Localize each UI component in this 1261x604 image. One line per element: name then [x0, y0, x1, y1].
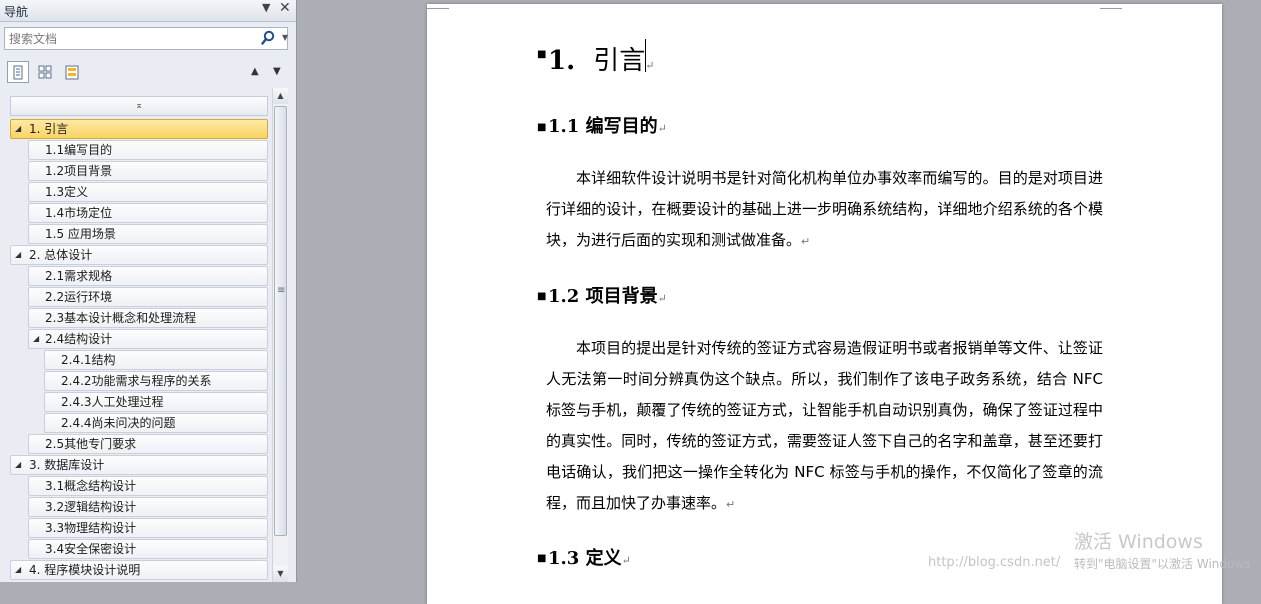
tab-browse-headings[interactable]	[7, 61, 29, 83]
nav-tree-item[interactable]: 1.3定义	[28, 182, 268, 202]
next-heading-icon[interactable]: ▼	[273, 66, 281, 77]
nav-tree-item[interactable]: 2.4.2功能需求与程序的关系	[44, 371, 268, 391]
nav-tree-item-label: 1.1编写目的	[45, 143, 113, 157]
nav-tree-item-label: 2.1需求规格	[45, 269, 113, 283]
nav-tree-item[interactable]: ◢ 2. 总体设计	[10, 245, 268, 265]
blog-watermark: http://blog.csdn.net/	[928, 555, 1061, 570]
tab-browse-results[interactable]	[60, 61, 82, 83]
nav-tree-item[interactable]: 3.4安全保密设计	[28, 539, 268, 559]
nav-tree-item[interactable]: 2.2运行环境	[28, 287, 268, 307]
nav-tree-item-label: 1. 引言	[29, 122, 69, 136]
nav-tree-item[interactable]: 1.2项目背景	[28, 161, 268, 181]
nav-tree-item[interactable]: 2.4.4尚未问决的问题	[44, 413, 268, 433]
expand-arrow-icon[interactable]: ◢	[15, 246, 21, 264]
nav-tree-item[interactable]: 2.3基本设计概念和处理流程	[28, 308, 268, 328]
nav-tree-item-label: 2.4结构设计	[45, 332, 113, 346]
nav-tree-item-label: 3. 数据库设计	[29, 458, 105, 472]
nav-tree-item-label: 2.4.1结构	[61, 353, 116, 367]
heading-1-3[interactable]: 1.3 定义↵	[548, 544, 631, 570]
nav-tree-item-label: 2.4.4尚未问决的问题	[61, 416, 176, 430]
nav-tree-item-label: 1.4市场定位	[45, 206, 113, 220]
nav-tree-item-label: 3.3物理结构设计	[45, 521, 137, 535]
nav-tree-item[interactable]: 3.2逻辑结构设计	[28, 497, 268, 517]
nav-tree-item[interactable]: 3.3物理结构设计	[28, 518, 268, 538]
nav-tree-item[interactable]: 1.1编写目的	[28, 140, 268, 160]
thumbnails-icon	[38, 65, 52, 79]
search-box[interactable]: ▼	[4, 27, 288, 50]
activate-windows-subtitle: 转到"电脑设置"以激活 Windows	[1074, 557, 1251, 571]
close-icon[interactable]: ✕	[279, 0, 291, 16]
nav-tree-item-label: 3.1概念结构设计	[45, 479, 137, 493]
nav-tree-item-label: 3.4安全保密设计	[45, 542, 137, 556]
nav-title: 导航	[4, 5, 29, 19]
search-input[interactable]	[9, 31, 249, 47]
nav-tree-item-label: 1.2项目背景	[45, 164, 113, 178]
nav-tree-item-label: 2.3基本设计概念和处理流程	[45, 311, 197, 325]
nav-options-dropdown-icon[interactable]: ▼	[262, 1, 270, 14]
previous-heading-icon[interactable]: ▲	[251, 66, 259, 77]
nav-tree-item[interactable]: ◢ 1. 引言	[10, 119, 268, 139]
nav-tree-item[interactable]: ◢ 4. 程序模块设计说明	[10, 560, 268, 580]
expand-arrow-icon[interactable]: ◢	[15, 120, 21, 138]
results-icon	[65, 65, 79, 80]
list-bullet: ■	[537, 553, 547, 564]
nav-tree-item[interactable]: 2.5其他专门要求	[28, 434, 268, 454]
paragraph-purpose[interactable]: 本详细软件设计说明书是针对简化机构单位办事效率而编写的。目的是对项目进行详细的设…	[546, 163, 1103, 257]
nav-scrollbar[interactable]: ▲ ≡ ▼	[272, 88, 288, 582]
nav-tree-item[interactable]: 2.4.3人工处理过程	[44, 392, 268, 412]
navigation-pane: 导航 ▼ ✕ ▼	[0, 0, 297, 582]
nav-tree-item-label: 2. 总体设计	[29, 248, 93, 262]
heading-1[interactable]: 1. 引言↵	[548, 40, 655, 77]
expand-arrow-icon[interactable]: ◢	[15, 456, 21, 474]
nav-tree-item-label: 1.5 应用场景	[45, 227, 116, 241]
crop-mark	[427, 4, 449, 9]
expand-arrow-icon[interactable]: ◢	[33, 330, 39, 348]
headings-icon	[13, 65, 23, 80]
heading-1-2[interactable]: 1.2 项目背景↵	[548, 282, 667, 308]
nav-tree-item[interactable]: 2.4.1结构	[44, 350, 268, 370]
nav-tree-item[interactable]: 1.5 应用场景	[28, 224, 268, 244]
tab-browse-pages[interactable]	[33, 61, 55, 83]
scroll-down-icon[interactable]: ▼	[273, 566, 288, 582]
scroll-thumb[interactable]: ≡	[274, 106, 287, 536]
nav-tree-item[interactable]: 1.4市场定位	[28, 203, 268, 223]
search-options-chevron-icon[interactable]: ▼	[282, 33, 288, 42]
activate-windows-title: 激活 Windows	[1074, 531, 1203, 553]
heading-1-1[interactable]: 1.1 编写目的↵	[548, 112, 667, 138]
expand-arrow-icon[interactable]: ◢	[15, 561, 21, 579]
nav-tree-item-label: 2.4.3人工处理过程	[61, 395, 164, 409]
scroll-up-icon[interactable]: ▲	[273, 88, 288, 104]
nav-tree-item-label: 3.2逻辑结构设计	[45, 500, 137, 514]
grip-icon: ≡	[277, 285, 286, 296]
heading-tree: ⌅ ◢ 1. 引言 1.1编写目的 1.2项目背景 1.3定义 1.4市场定位 1.5 应用…	[10, 96, 270, 582]
search-icon[interactable]	[261, 30, 275, 50]
paragraph-background[interactable]: 本项目的提出是针对传统的签证方式容易造假证明书或者报销单等文件、让签证人无法第一…	[546, 333, 1103, 520]
nav-tree-item[interactable]: 2.1需求规格	[28, 266, 268, 286]
nav-header: 导航 ▼ ✕	[0, 0, 296, 22]
nav-tree-item-label: 2.2运行环境	[45, 290, 113, 304]
list-bullet: ■	[537, 49, 547, 60]
nav-tree-item-label: 1.3定义	[45, 185, 89, 199]
collapse-all-button[interactable]: ⌅	[10, 96, 268, 116]
nav-tree-item[interactable]: ◢ 2.4结构设计	[28, 329, 268, 349]
text-cursor	[645, 39, 646, 72]
list-bullet: ■	[537, 122, 547, 133]
nav-tree-item[interactable]: ◢ 3. 数据库设计	[10, 455, 268, 475]
list-bullet: ■	[537, 291, 547, 302]
nav-tree-item[interactable]: 3.1概念结构设计	[28, 476, 268, 496]
document-page[interactable]: ■ 1. 引言↵ ■ 1.1 编写目的↵ 本详细软件设计说明书是针对简化机构单位…	[427, 4, 1222, 604]
crop-mark	[1100, 4, 1122, 9]
nav-tree-item-label: 2.5其他专门要求	[45, 437, 137, 451]
nav-tree-item-label: 2.4.2功能需求与程序的关系	[61, 374, 212, 388]
nav-tree-item-label: 4. 程序模块设计说明	[29, 563, 141, 577]
